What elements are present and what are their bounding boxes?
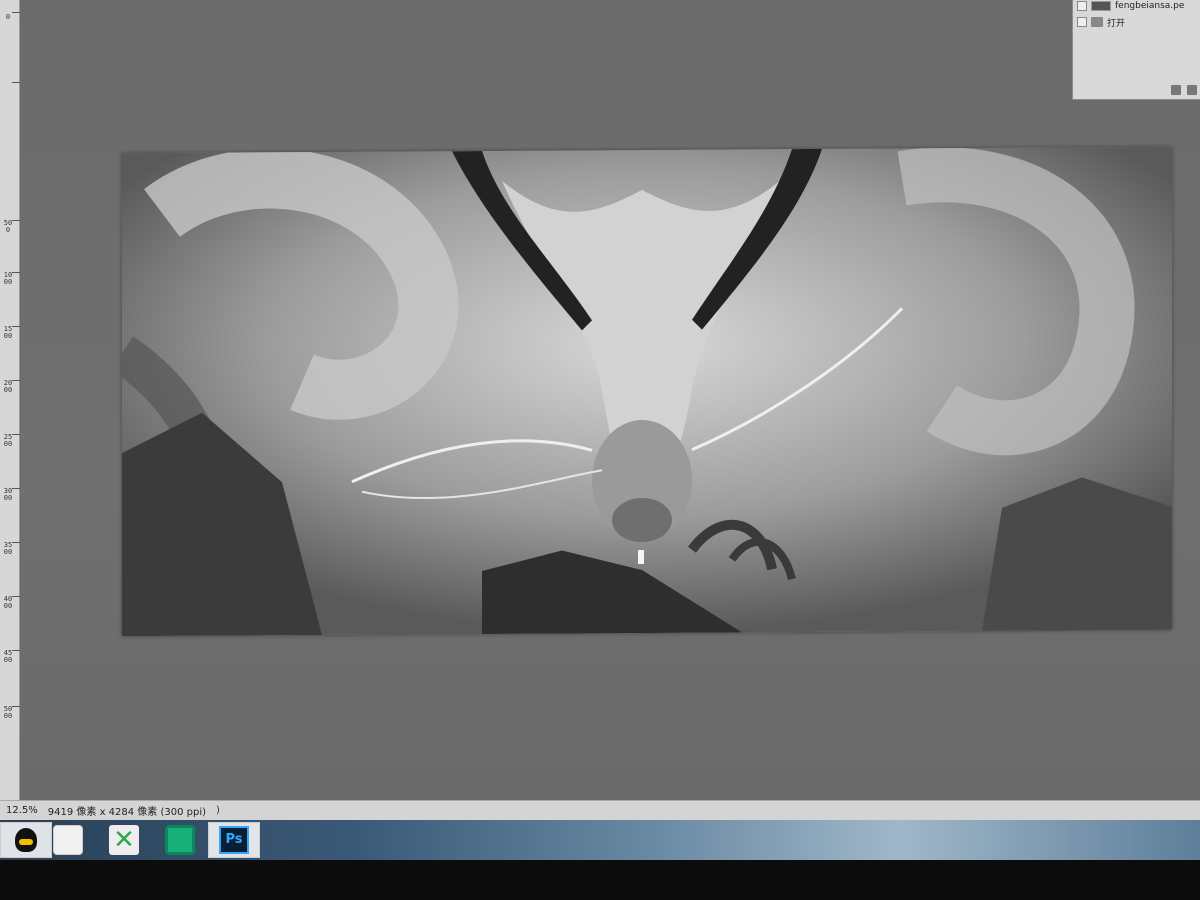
taskbar-x-app[interactable]: ✕ bbox=[98, 822, 150, 858]
status-bar: 12.5% 9419 像素 x 4284 像素 (300 ppi) ) bbox=[0, 800, 1200, 820]
taskbar: ✕ Ps bbox=[0, 820, 1200, 860]
new-layer-icon[interactable] bbox=[1171, 85, 1181, 95]
browser-icon bbox=[53, 825, 83, 855]
visibility-checkbox[interactable] bbox=[1077, 17, 1087, 27]
vertical-ruler: 0 500 1000 1500 2000 2500 3000 3500 4000… bbox=[0, 0, 20, 800]
layers-footer bbox=[1073, 83, 1200, 97]
ruler-mark: 4500 bbox=[3, 649, 13, 664]
dragon-artwork bbox=[122, 146, 1172, 637]
ruler-mark: 2000 bbox=[3, 379, 13, 394]
layer-name: fengbeiansa.pe bbox=[1115, 1, 1185, 11]
ruler-mark: 0 bbox=[5, 13, 11, 21]
taskbar-browser[interactable] bbox=[42, 822, 94, 858]
taskbar-photoshop[interactable]: Ps bbox=[208, 822, 260, 858]
taskbar-green-app[interactable] bbox=[154, 822, 206, 858]
ruler-mark: 2500 bbox=[3, 433, 13, 448]
ruler-mark: 1500 bbox=[3, 325, 13, 340]
qq-icon bbox=[15, 828, 37, 852]
green-app-icon bbox=[165, 825, 195, 855]
monitor-screen: 0 500 1000 1500 2000 2500 3000 3500 4000… bbox=[0, 0, 1200, 860]
layer-thumbnail bbox=[1091, 1, 1111, 11]
ruler-mark: 3500 bbox=[3, 541, 13, 556]
folder-icon bbox=[1091, 17, 1103, 27]
layer-row[interactable]: fengbeiansa.pe bbox=[1073, 0, 1200, 12]
group-name: 打开 bbox=[1107, 18, 1126, 29]
eye-icon[interactable] bbox=[1077, 1, 1087, 11]
ruler-mark: 5000 bbox=[3, 705, 13, 720]
monitor-bezel bbox=[0, 860, 1200, 900]
ruler-mark: 3000 bbox=[3, 487, 13, 502]
zoom-level[interactable]: 12.5% bbox=[6, 805, 38, 816]
status-menu-arrow[interactable]: ) bbox=[216, 805, 220, 816]
x-app-icon: ✕ bbox=[109, 825, 139, 855]
ruler-mark: 500 bbox=[3, 219, 13, 234]
layers-panel: fengbeiansa.pe 打开 bbox=[1072, 0, 1200, 100]
layer-group-row[interactable]: 打开 bbox=[1073, 16, 1200, 29]
ruler-mark: 1000 bbox=[3, 271, 13, 286]
ruler-mark: 4000 bbox=[3, 595, 13, 610]
photoshop-icon: Ps bbox=[219, 826, 249, 854]
document-canvas[interactable] bbox=[122, 146, 1172, 637]
document-info: 9419 像素 x 4284 像素 (300 ppi) bbox=[47, 807, 207, 818]
trash-icon[interactable] bbox=[1187, 85, 1197, 95]
